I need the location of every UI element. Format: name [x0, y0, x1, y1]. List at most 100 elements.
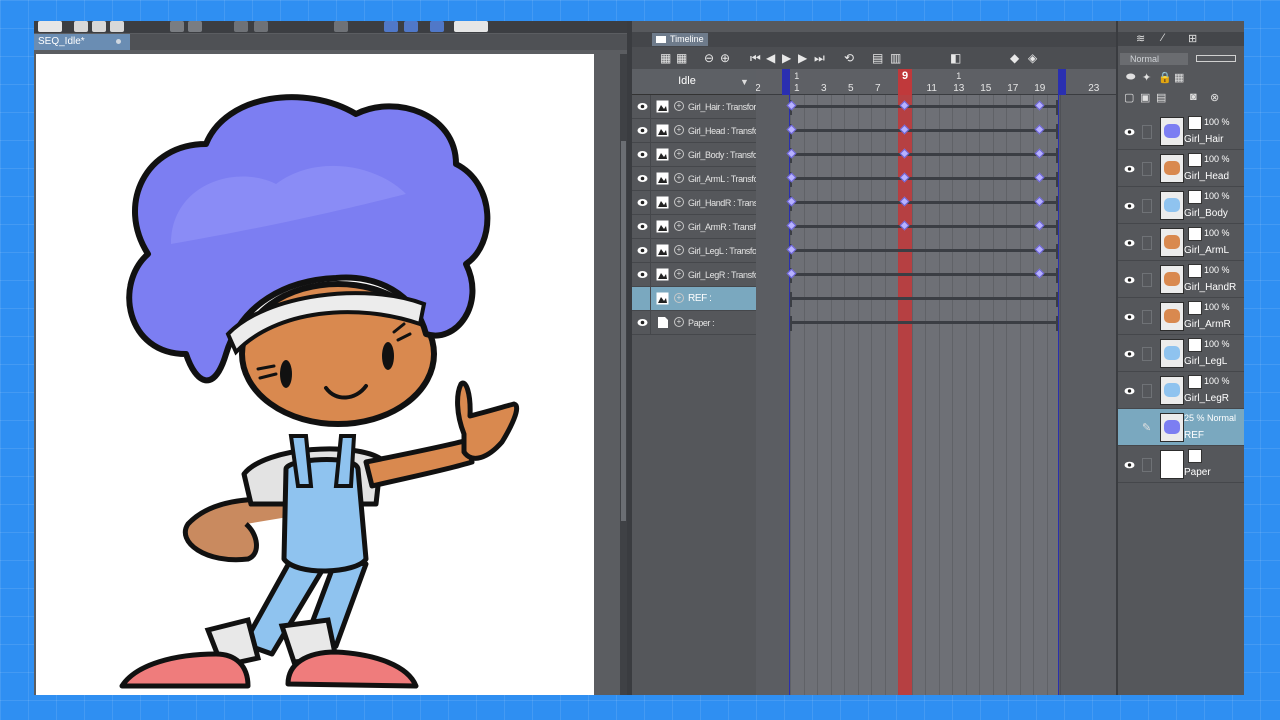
layers-tab-icon[interactable]: ≋: [1136, 32, 1145, 45]
layer-lock-box[interactable]: [1142, 125, 1152, 139]
track-row[interactable]: [786, 263, 1058, 287]
new-animation-cel-icon[interactable]: ▤: [872, 52, 883, 64]
save-icon[interactable]: [110, 21, 124, 32]
app-logo-icon[interactable]: [38, 21, 62, 32]
timeline-layer-row[interactable]: + REF :: [632, 287, 756, 311]
eye-icon[interactable]: [637, 102, 648, 111]
specify-cels-icon[interactable]: ▥: [890, 52, 901, 64]
track-row[interactable]: [786, 143, 1058, 167]
new-vector-layer-icon[interactable]: ▣: [1140, 91, 1150, 104]
eye-icon[interactable]: [1124, 276, 1135, 284]
snap-guide-icon[interactable]: [430, 21, 444, 32]
eye-icon[interactable]: [1124, 313, 1135, 321]
eye-icon[interactable]: [637, 318, 648, 327]
eye-icon[interactable]: [1124, 165, 1135, 173]
expand-icon[interactable]: +: [674, 101, 684, 111]
eye-icon[interactable]: [637, 174, 648, 183]
animation-track-select[interactable]: Idle ▼: [632, 69, 756, 95]
snap-grid-icon[interactable]: [404, 21, 418, 32]
timeline-frames[interactable]: -213579111315171923191 9: [756, 69, 1116, 695]
keyframe-icon[interactable]: ◆: [1010, 52, 1019, 64]
eye-icon[interactable]: [1124, 387, 1135, 395]
drawing-canvas[interactable]: [36, 54, 594, 695]
canvas-scroll-thumb[interactable]: [621, 141, 626, 521]
palette-layer-row[interactable]: 100 % Girl_Hair: [1118, 113, 1244, 150]
clip-icon[interactable]: ⬬: [1126, 71, 1135, 84]
expand-icon[interactable]: +: [674, 125, 684, 135]
new-timeline-icon[interactable]: ▦: [660, 52, 671, 64]
track-row[interactable]: [786, 167, 1058, 191]
layer-lock-box[interactable]: [1142, 384, 1152, 398]
layer-lock-box[interactable]: [1142, 162, 1152, 176]
expand-icon[interactable]: +: [674, 221, 684, 231]
timeline-layer-row[interactable]: + Girl_Hair : Transform: [632, 95, 756, 119]
palette-layer-row[interactable]: 100 % Girl_LegL: [1118, 335, 1244, 372]
eye-icon[interactable]: [637, 270, 648, 279]
palette-layer-row[interactable]: 100 % Girl_ArmL: [1118, 224, 1244, 261]
layer-lock-box[interactable]: [1142, 236, 1152, 250]
undo-icon[interactable]: [170, 21, 184, 32]
layer-lock-box[interactable]: [1142, 199, 1152, 213]
open-file-icon[interactable]: [92, 21, 106, 32]
range-start-marker[interactable]: [782, 69, 790, 95]
expand-icon[interactable]: +: [674, 173, 684, 183]
mask-icon[interactable]: ◙: [1190, 91, 1197, 103]
opacity-slider[interactable]: [1196, 55, 1236, 62]
eye-icon[interactable]: [1124, 461, 1135, 469]
timeline-layer-row[interactable]: + Paper :: [632, 311, 756, 335]
palette-layer-row[interactable]: ✎ 25 % Normal REF: [1118, 409, 1244, 446]
track-row[interactable]: [790, 287, 1058, 311]
eye-icon[interactable]: [1124, 350, 1135, 358]
last-frame-icon[interactable]: ⏭: [814, 52, 825, 64]
new-raster-layer-icon[interactable]: ▢: [1124, 91, 1134, 104]
layer-lock-box[interactable]: [1142, 458, 1152, 472]
eye-icon[interactable]: [1124, 239, 1135, 247]
eye-icon[interactable]: [637, 246, 648, 255]
redo-icon[interactable]: [188, 21, 202, 32]
expand-icon[interactable]: +: [674, 149, 684, 159]
palette-layer-row[interactable]: 100 % Girl_LegR: [1118, 372, 1244, 409]
brush-tab-icon[interactable]: ⁄: [1162, 32, 1164, 44]
navigator-tab-icon[interactable]: ⊞: [1188, 32, 1197, 45]
lock-transparency-icon[interactable]: ▦: [1174, 71, 1184, 84]
expand-icon[interactable]: +: [674, 317, 684, 327]
next-frame-icon[interactable]: ▶: [798, 52, 807, 64]
timeline-layer-row[interactable]: + Girl_Head : Transform: [632, 119, 756, 143]
eye-icon[interactable]: [1124, 202, 1135, 210]
timeline-layer-row[interactable]: + Girl_ArmL : Transform: [632, 167, 756, 191]
layer-lock-box[interactable]: [1142, 347, 1152, 361]
loop-icon[interactable]: ⟲: [844, 52, 854, 64]
track-row[interactable]: [786, 119, 1058, 143]
timeline-layer-row[interactable]: + Girl_LegR : Transform: [632, 263, 756, 287]
help-icon[interactable]: [454, 21, 488, 32]
palette-layer-row[interactable]: 100 % Girl_Body: [1118, 187, 1244, 224]
blend-mode-select[interactable]: Normal: [1120, 53, 1188, 65]
reference-icon[interactable]: ✦: [1142, 71, 1151, 84]
expand-icon[interactable]: +: [674, 245, 684, 255]
timeline-layer-row[interactable]: + Girl_LegL : Transform: [632, 239, 756, 263]
prev-frame-icon[interactable]: ◀: [766, 52, 775, 64]
eye-icon[interactable]: [637, 126, 648, 135]
track-row[interactable]: [786, 191, 1058, 215]
timeline-layer-row[interactable]: + Girl_Body : Transform: [632, 143, 756, 167]
clear-icon[interactable]: [234, 21, 248, 32]
eye-icon[interactable]: [1124, 128, 1135, 136]
track-row[interactable]: [790, 311, 1058, 335]
palette-layer-row[interactable]: Paper: [1118, 446, 1244, 483]
tab-timeline[interactable]: Timeline: [652, 33, 708, 46]
onion-skin-icon[interactable]: ◧: [950, 52, 961, 64]
layer-lock-box[interactable]: [1142, 310, 1152, 324]
zoom-in-icon[interactable]: ⊕: [720, 52, 730, 64]
expand-icon[interactable]: +: [674, 197, 684, 207]
transform-icon[interactable]: [254, 21, 268, 32]
palette-layer-row[interactable]: 100 % Girl_Head: [1118, 150, 1244, 187]
expand-icon[interactable]: +: [674, 293, 684, 303]
lock-icon[interactable]: 🔒: [1158, 71, 1172, 84]
document-tab[interactable]: SEQ_Idle*: [34, 34, 130, 50]
timeline-layer-row[interactable]: + Girl_ArmR : Transform: [632, 215, 756, 239]
zoom-out-icon[interactable]: ⊖: [704, 52, 714, 64]
keyframe-interp-icon[interactable]: ◈: [1028, 52, 1037, 64]
track-row[interactable]: [786, 215, 1058, 239]
play-icon[interactable]: ▶: [782, 52, 791, 64]
expand-icon[interactable]: +: [674, 269, 684, 279]
